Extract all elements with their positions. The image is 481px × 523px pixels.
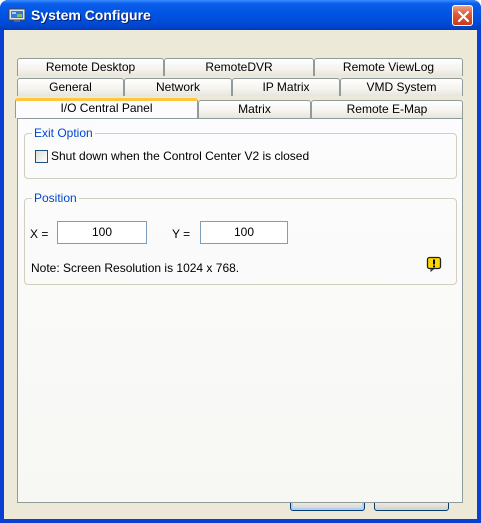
tab-remote-e-map[interactable]: Remote E-Map	[311, 100, 463, 118]
position-group: Position X = 100 Y = 100 Note: Screen Re…	[24, 191, 457, 285]
tab-remote-viewlog[interactable]: Remote ViewLog	[314, 58, 463, 76]
app-icon	[8, 8, 26, 22]
system-configure-window: System Configure Remote Desktop RemoteDV…	[0, 0, 481, 523]
resolution-note: Note: Screen Resolution is 1024 x 768.	[31, 261, 240, 275]
window-title: System Configure	[31, 7, 151, 23]
x-label: X =	[30, 227, 49, 241]
position-title: Position	[32, 191, 79, 205]
tab-ip-matrix[interactable]: IP Matrix	[232, 78, 340, 96]
warning-icon	[426, 256, 442, 272]
tab-network[interactable]: Network	[124, 78, 232, 96]
tab-remote-desktop[interactable]: Remote Desktop	[17, 58, 164, 76]
exit-option-group: Exit Option Shut down when the Control C…	[24, 126, 457, 179]
shutdown-checkbox[interactable]	[35, 150, 48, 163]
tab-io-central-panel[interactable]: I/O Central Panel	[15, 98, 198, 118]
title-bar[interactable]: System Configure	[0, 0, 481, 30]
dialog-client-area: Remote Desktop RemoteDVR Remote ViewLog …	[4, 30, 477, 519]
close-icon	[457, 10, 470, 23]
shutdown-checkbox-label[interactable]: Shut down when the Control Center V2 is …	[51, 149, 309, 163]
tab-remotedvr[interactable]: RemoteDVR	[164, 58, 314, 76]
tab-panel-io-central: Exit Option Shut down when the Control C…	[17, 118, 463, 503]
tab-general[interactable]: General	[17, 78, 124, 96]
exit-option-title: Exit Option	[32, 126, 95, 140]
y-input[interactable]: 100	[200, 221, 288, 244]
tab-matrix[interactable]: Matrix	[198, 100, 311, 118]
close-button[interactable]	[452, 5, 473, 26]
x-input[interactable]: 100	[57, 221, 147, 244]
y-label: Y =	[172, 227, 191, 241]
tab-vmd-system[interactable]: VMD System	[340, 78, 463, 96]
